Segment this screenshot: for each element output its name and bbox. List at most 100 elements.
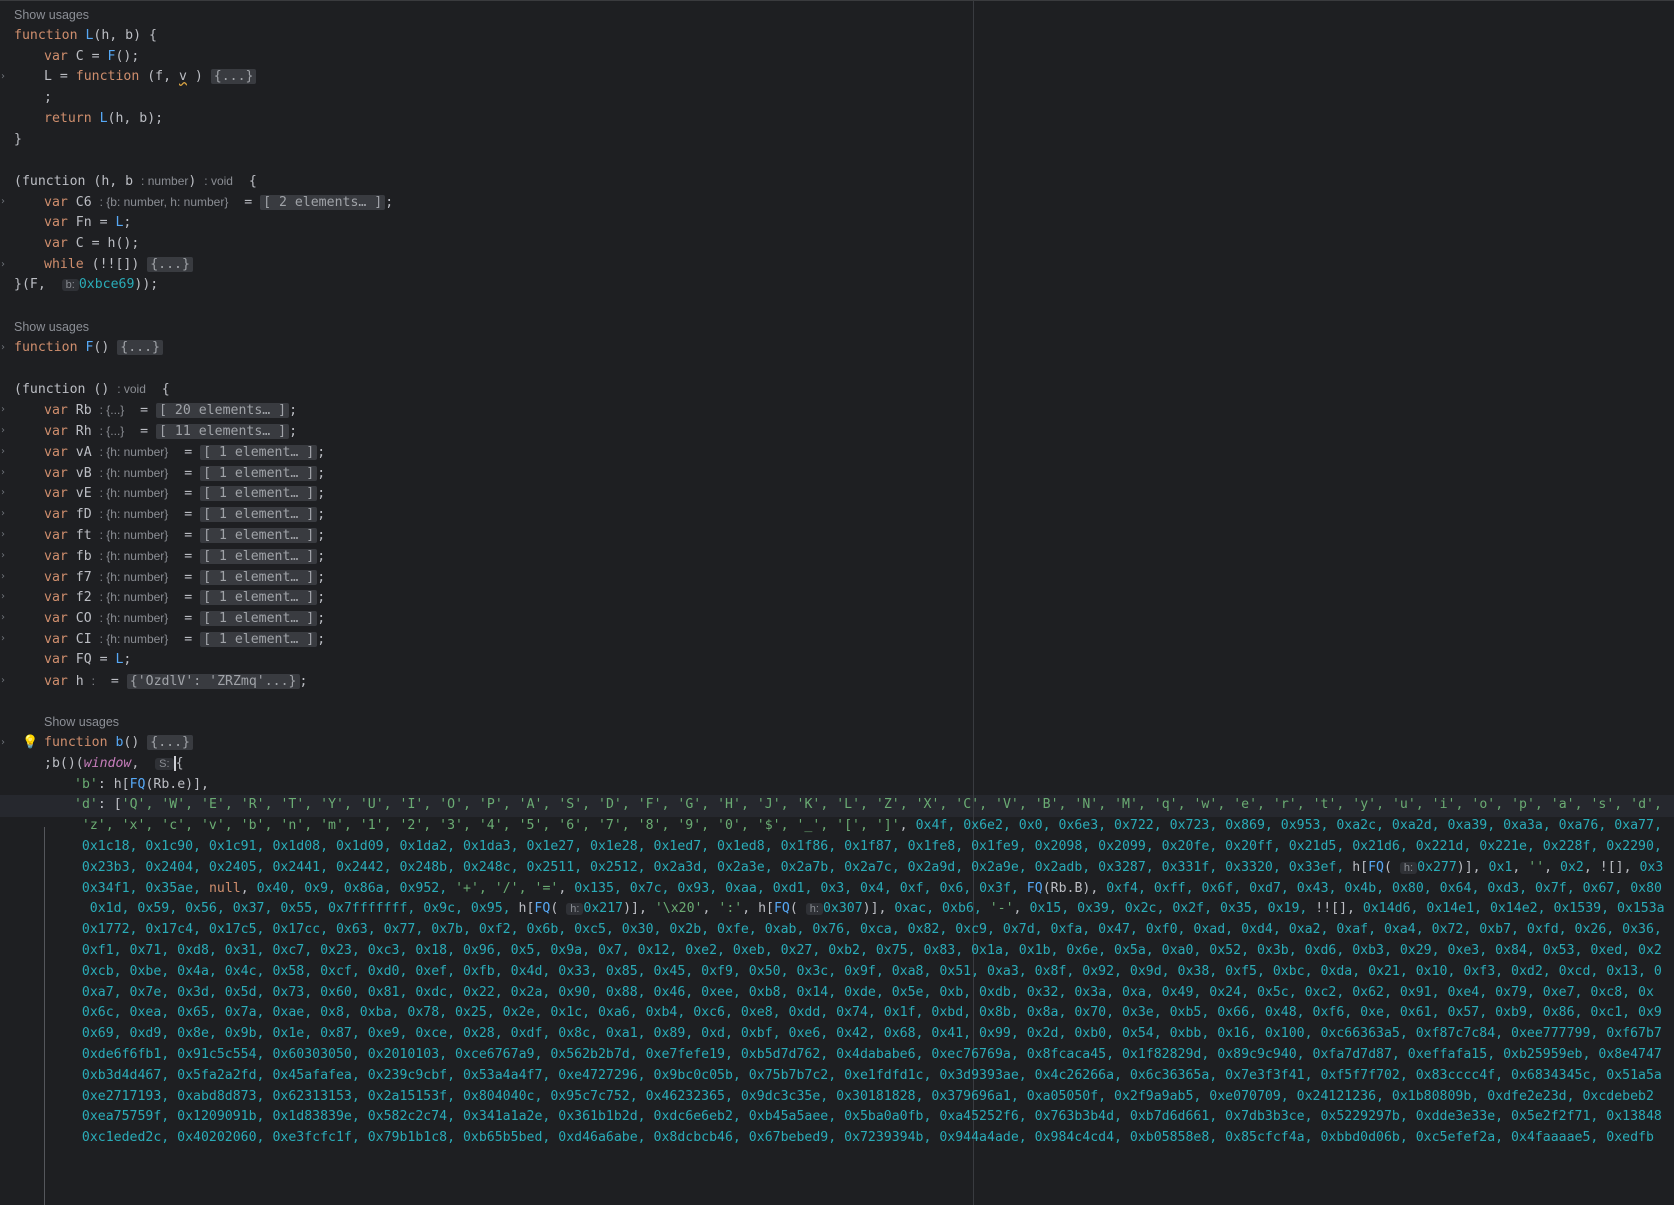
code-text: 'd': ['Q', 'W', 'E', 'R', 'T', 'Y', 'U',…: [74, 794, 1662, 816]
fold-chevron-icon[interactable]: ›: [1, 441, 5, 463]
code-text: 0xb3d4d467, 0x5fa2a2fd, 0x45afafea, 0x23…: [82, 1065, 1662, 1087]
folded-region[interactable]: [ 1 element… ]: [200, 590, 318, 606]
code-token: fb: [75, 548, 100, 564]
fold-chevron-icon[interactable]: ›: [1, 337, 5, 359]
folded-region[interactable]: [ 1 element… ]: [200, 632, 318, 647]
code-token: =: [168, 611, 201, 627]
code-token: ): [186, 69, 211, 85]
show-usages-label[interactable]: Show usages: [14, 316, 89, 338]
fold-chevron-icon[interactable]: ›: [1, 420, 5, 442]
fold-chevron-icon[interactable]: ›: [1, 254, 5, 276]
folded-region[interactable]: {...}: [147, 256, 193, 272]
number-token: 0xea75759f, 0x1209091b, 0x1d83839e, 0x58…: [81, 1109, 1662, 1125]
code-token: ;: [317, 569, 326, 585]
fold-chevron-icon[interactable]: ›: [1, 607, 5, 629]
type-hint: : {h: number}: [99, 590, 169, 605]
keyword-token: var: [44, 673, 76, 689]
code-text: }: [14, 129, 22, 151]
folded-region[interactable]: [ 1 element… ]: [200, 465, 318, 481]
type-hint: : {h: number}: [99, 569, 169, 584]
fold-chevron-icon[interactable]: ›: [1, 191, 5, 213]
fold-chevron-icon[interactable]: ›: [1, 732, 5, 754]
number-token: 0x1: [1488, 859, 1513, 875]
keyword-token: null: [208, 880, 241, 896]
code-text: function b() {...}: [44, 732, 193, 754]
fold-chevron-icon[interactable]: ›: [1, 399, 5, 421]
keyword-token: var: [44, 215, 76, 230]
function-token: FQ: [1026, 880, 1043, 896]
keyword-token: var: [44, 632, 76, 647]
folded-region[interactable]: [ 1 element… ]: [200, 548, 318, 564]
fold-chevron-icon[interactable]: ›: [1, 66, 5, 88]
code-token: ;: [317, 632, 326, 647]
code-text: var Rb : {...} = [ 20 elements… ];: [44, 399, 297, 422]
folded-region[interactable]: [ 1 element… ]: [200, 444, 318, 460]
code-text: 0xea75759f, 0x1209091b, 0x1d83839e, 0x58…: [82, 1106, 1662, 1128]
folded-region[interactable]: {...}: [117, 339, 163, 355]
code-text: 0xc1eded2c, 0x40202060, 0xe3fcfc1f, 0x79…: [82, 1127, 1654, 1149]
function-token: FQ: [1368, 859, 1384, 875]
type-hint: : void: [204, 174, 233, 189]
code-token: =: [168, 548, 201, 564]
code-token: fD: [75, 507, 100, 523]
type-hint: : {h: number}: [99, 507, 169, 522]
function-token: FQ: [534, 901, 551, 917]
string-token: '': [1528, 859, 1545, 875]
keyword-token: var: [44, 651, 76, 667]
fold-chevron-icon[interactable]: ›: [1, 503, 5, 525]
code-token: (): [93, 339, 118, 355]
code-text: (function (h, b : number) : void {: [14, 170, 257, 193]
type-hint: : {h: number}: [99, 486, 169, 501]
folded-region[interactable]: [ 1 element… ]: [200, 528, 318, 543]
code-token: ,: [1512, 859, 1529, 875]
fold-chevron-icon[interactable]: ›: [1, 524, 5, 546]
unused-param-token: v: [179, 69, 187, 85]
folded-region[interactable]: [ 2 elements… ]: [260, 195, 386, 211]
function-token: FQ: [773, 901, 790, 917]
folded-region[interactable]: {...}: [210, 69, 257, 85]
code-token: ,: [702, 901, 719, 917]
code-text: (function () : void {: [14, 378, 170, 401]
keyword-token: function: [44, 735, 116, 750]
fold-chevron-icon[interactable]: ›: [1, 545, 5, 567]
fold-chevron-icon[interactable]: ›: [1, 670, 5, 692]
folded-region[interactable]: {...}: [147, 735, 193, 750]
function-token: FQ: [129, 776, 146, 792]
code-token: (: [1384, 859, 1400, 875]
code-text: var ft : {h: number} = [ 1 element… ];: [44, 524, 325, 547]
code-token: L =: [44, 69, 76, 85]
lightbulb-icon[interactable]: 💡: [22, 732, 38, 754]
code-token: (: [789, 901, 806, 917]
keyword-token: var: [44, 528, 76, 543]
number-token: 0x23b3, 0x2404, 0x2405, 0x2441, 0x2442, …: [81, 859, 1345, 875]
type-hint: : {...}: [99, 403, 125, 418]
folded-region[interactable]: [ 1 element… ]: [200, 507, 318, 523]
code-token: C6: [75, 195, 100, 211]
number-token: 0x135, 0x7c, 0x93, 0xaa, 0xd1, 0x3, 0x4,…: [574, 880, 1019, 896]
fold-chevron-icon[interactable]: ›: [1, 628, 5, 650]
folded-region[interactable]: {'OzdlV': 'ZRZmq'...}: [126, 673, 300, 689]
code-editor[interactable]: Show usages function L(h, b) {var C = F()…: [0, 0, 1674, 1205]
fold-chevron-icon[interactable]: ›: [1, 586, 5, 608]
show-usages-label[interactable]: Show usages: [44, 711, 119, 733]
folded-region[interactable]: [ 1 element… ]: [200, 569, 318, 585]
code-token: f7: [75, 569, 100, 585]
folded-region[interactable]: [ 11 elements… ]: [156, 424, 290, 439]
code-token: ,: [1013, 901, 1030, 917]
folded-region[interactable]: [ 20 elements… ]: [156, 403, 290, 419]
folded-region[interactable]: [ 1 element… ]: [200, 611, 318, 627]
fold-chevron-icon[interactable]: ›: [1, 462, 5, 484]
folded-region[interactable]: [ 1 element… ]: [200, 486, 318, 502]
code-token: (h, b) {: [93, 27, 157, 43]
keyword-token: var: [44, 235, 76, 251]
code-text: 'b': h[FQ(Rb.e)],: [74, 774, 209, 796]
code-text: var C = h();: [44, 233, 139, 255]
fold-chevron-icon[interactable]: ›: [1, 566, 5, 588]
code-text: 0x1d, 0x59, 0x56, 0x37, 0x55, 0x7fffffff…: [90, 898, 1665, 920]
code-token: , h[: [742, 901, 774, 917]
show-usages-label[interactable]: Show usages: [14, 4, 89, 26]
fold-chevron-icon[interactable]: ›: [1, 482, 5, 504]
param-hint: b:: [61, 279, 79, 292]
